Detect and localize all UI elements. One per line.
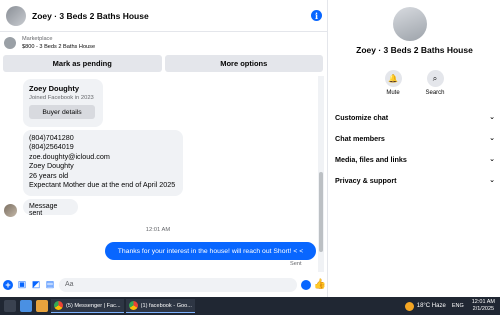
chrome-icon xyxy=(54,301,63,310)
image-icon[interactable]: ▣ xyxy=(17,279,27,290)
taskbar-item-messenger[interactable]: (5) Messenger | Fac... xyxy=(51,299,124,313)
info-icon[interactable]: i xyxy=(311,10,322,21)
mute-button[interactable]: 🔔 Mute xyxy=(379,70,407,96)
start-icon[interactable] xyxy=(4,300,16,312)
row-label: Customize chat xyxy=(335,112,389,122)
sticker-icon[interactable]: ◩ xyxy=(31,279,41,290)
outgoing-message: Thanks for your interest in the house! w… xyxy=(105,242,316,260)
like-icon[interactable]: 👍 xyxy=(314,279,326,290)
incoming-message: (804)7041280 (804)2564019 zoe.doughty@ic… xyxy=(23,130,183,196)
language-indicator[interactable]: ENG xyxy=(452,303,464,309)
listing-label: Marketplace xyxy=(22,36,53,42)
more-options-button[interactable]: More options xyxy=(164,55,323,72)
bell-icon: 🔔 xyxy=(384,70,402,87)
search-button[interactable]: ⌕ Search xyxy=(421,70,449,96)
message-list: Zoey Doughty Joined Facebook in 2023 Buy… xyxy=(0,76,320,272)
message-line: (804)7041280 xyxy=(29,133,74,142)
task-label: (5) Messenger | Fac... xyxy=(66,302,121,309)
scrollbar[interactable] xyxy=(318,76,324,272)
search-label: Search xyxy=(425,90,445,96)
chat-title[interactable]: Zoey · 3 Beds 2 Baths House xyxy=(32,11,311,21)
message-line: zoe.doughty@icloud.com xyxy=(29,151,110,161)
chevron-down-icon: ⌄ xyxy=(489,155,495,163)
chevron-down-icon: ⌄ xyxy=(489,113,495,121)
composer: + ▣ ◩ ▤ Aa 👍 xyxy=(0,272,328,297)
message-line: (804)2564019 xyxy=(29,142,74,152)
gif-icon[interactable]: ▤ xyxy=(45,279,55,290)
incoming-message: Message sent xyxy=(23,199,78,217)
avatar[interactable] xyxy=(6,5,26,26)
details-title: Zoey · 3 Beds 2 Baths House xyxy=(356,45,473,55)
message-line: Zoey Doughty xyxy=(29,161,74,171)
avatar[interactable] xyxy=(393,7,427,41)
app-root: Zoey · 3 Beds 2 Baths House i Marketplac… xyxy=(0,0,500,315)
weather-widget[interactable]: 18°C Haze xyxy=(404,301,446,311)
weather-text: 18°C Haze xyxy=(416,303,446,309)
clock[interactable]: 12:01 AM 2/1/2025 xyxy=(472,299,495,313)
row-label: Chat members xyxy=(335,133,385,143)
avatar[interactable] xyxy=(4,204,17,217)
listing-text: Marketplace $800 - 3 Beds 2 Baths House xyxy=(22,35,95,51)
scrollbar-thumb[interactable] xyxy=(319,172,323,252)
marketplace-listing[interactable]: Marketplace $800 - 3 Beds 2 Baths House xyxy=(0,33,328,53)
message-timestamp: 12:01 AM xyxy=(145,227,171,233)
taskbar: (5) Messenger | Fac... (1) facebook - Go… xyxy=(0,297,500,315)
privacy-support-row[interactable]: Privacy & support ⌄ xyxy=(335,173,495,187)
message-line: Expectant Mother due at the end of April… xyxy=(29,180,176,190)
clock-time: 12:01 AM xyxy=(471,299,495,305)
row-label: Media, files and links xyxy=(335,154,407,164)
delivery-status: Sent xyxy=(290,261,302,267)
clock-date: 2/1/2025 xyxy=(472,306,495,312)
plus-icon[interactable]: + xyxy=(3,279,13,290)
chrome-icon xyxy=(128,301,138,310)
taskbar-item-facebook[interactable]: (1) facebook - Goo... xyxy=(125,299,195,313)
details-actions: 🔔 Mute ⌕ Search xyxy=(379,70,449,96)
chat-header: Zoey · 3 Beds 2 Baths House i xyxy=(0,0,328,32)
profile-name: Zoey Doughty xyxy=(29,84,79,93)
row-label: Privacy & support xyxy=(335,175,397,185)
chat-members-row[interactable]: Chat members ⌄ xyxy=(335,131,495,145)
listing-thumbnail xyxy=(4,37,16,49)
chat-panel: Zoey · 3 Beds 2 Baths House i Marketplac… xyxy=(0,0,328,297)
listing-actions: Mark as pending More options xyxy=(3,55,323,72)
emoji-icon[interactable] xyxy=(301,279,311,290)
buyer-details-button[interactable]: Buyer details xyxy=(29,105,95,119)
chevron-down-icon: ⌄ xyxy=(489,134,495,142)
sun-icon xyxy=(404,301,414,311)
task-label: (1) facebook - Goo... xyxy=(140,302,192,309)
customize-chat-row[interactable]: Customize chat ⌄ xyxy=(335,110,495,124)
mute-label: Mute xyxy=(386,90,400,96)
profile-joined: Joined Facebook in 2023 xyxy=(29,95,94,101)
mark-pending-button[interactable]: Mark as pending xyxy=(3,55,162,72)
listing-price: $800 - 3 Beds 2 Baths House xyxy=(22,44,96,50)
search-icon: ⌕ xyxy=(426,70,444,87)
details-panel: Zoey · 3 Beds 2 Baths House 🔔 Mute ⌕ Sea… xyxy=(329,0,500,297)
profile-card: Zoey Doughty Joined Facebook in 2023 Buy… xyxy=(23,79,103,127)
media-files-row[interactable]: Media, files and links ⌄ xyxy=(335,152,495,166)
app-icon[interactable] xyxy=(20,300,32,312)
folder-icon[interactable] xyxy=(36,300,48,312)
message-input[interactable]: Aa xyxy=(59,277,297,292)
message-line: 26 years old xyxy=(29,170,69,180)
chevron-down-icon: ⌄ xyxy=(489,176,495,184)
